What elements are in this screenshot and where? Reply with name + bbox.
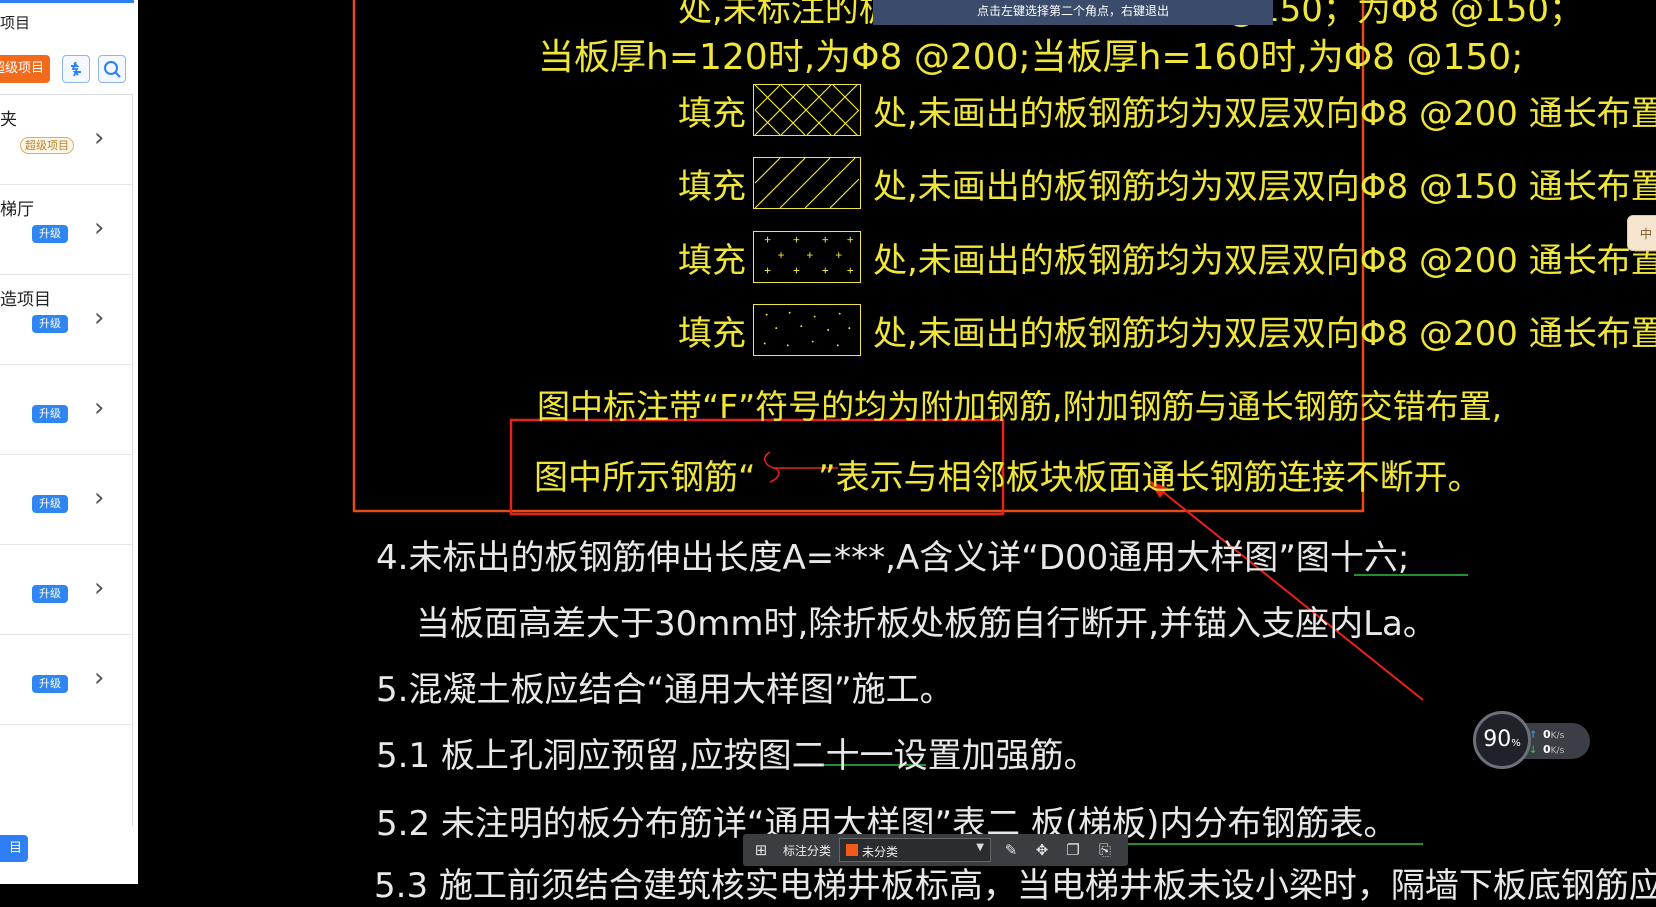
list-item[interactable]: 升级 ›	[0, 365, 132, 455]
super-project-button[interactable]: 超级项目	[0, 55, 50, 83]
category-select-value: 未分类	[862, 845, 899, 859]
panel-title: 项目	[0, 14, 31, 32]
edit-icon[interactable]: ✎	[1001, 840, 1021, 860]
upgrade-badge[interactable]: 升级	[32, 585, 68, 603]
diagonal-hatch-pattern	[753, 157, 861, 209]
list-item[interactable]: 升级 ›	[0, 635, 132, 725]
bottom-button[interactable]: 目	[0, 835, 28, 862]
list-item-title: 造项目	[0, 290, 51, 310]
fill-label: 填充	[678, 94, 746, 134]
category-select[interactable]: 未分类 ▼	[839, 838, 991, 862]
switch-button[interactable]	[62, 55, 90, 83]
search-button[interactable]	[98, 55, 126, 83]
fill-desc: 处,未画出的板钢筋均为双层双向Φ8 @200 通长布置;	[873, 94, 1656, 134]
list-item[interactable]: 升级 ›	[0, 455, 132, 545]
annotation-toolbar: ⊞ 标注分类 未分类 ▼ ✎ ✥ ❐ ⎘	[743, 834, 1128, 866]
copy-icon[interactable]: ❐	[1063, 840, 1083, 860]
search-icon	[104, 61, 121, 78]
item-5-line: 5.混凝土板应结合“通用大样图”施工。	[376, 670, 954, 710]
download-arrow-icon: ↓	[1529, 745, 1538, 756]
item-5-1-line: 5.1 板上孔洞应预留,应按图二十一设置加强筋。	[376, 736, 1098, 776]
switch-icon	[71, 61, 81, 77]
chevron-right-icon: ›	[94, 663, 105, 693]
fill-desc: 处,未画出的板钢筋均为双层双向Φ8 @200 通长布置;	[873, 241, 1656, 281]
chevron-right-icon: ›	[94, 123, 105, 153]
list-item[interactable]: 升级 ›	[0, 545, 132, 635]
chevron-right-icon: ›	[94, 303, 105, 333]
upgrade-badge[interactable]: 升级	[32, 315, 68, 333]
upload-arrow-icon: ↑	[1529, 730, 1538, 741]
side-tab[interactable]: 中	[1627, 215, 1656, 251]
plus-pattern	[753, 231, 861, 283]
move-icon[interactable]: ✥	[1032, 840, 1052, 860]
category-color-swatch	[846, 844, 858, 856]
cpu-usage-gauge: 90%	[1473, 711, 1531, 769]
project-panel: 项目 超级项目 夹 超级项目 › 梯厅 升级 › 造项目 升级 › 升级	[0, 0, 139, 884]
fill-label: 填充	[678, 167, 746, 207]
fill-label: 填充	[678, 241, 746, 281]
network-speed-widget[interactable]: ↑ 0K/s ↓ 0K/s 90%	[1473, 711, 1590, 771]
fill-desc: 处,未画出的板钢筋均为双层双向Φ8 @200 通长布置;	[873, 314, 1656, 354]
note-f-line: 图中标注带“F”符号的均为附加钢筋,附加钢筋与通长钢筋交错布置,	[537, 387, 1503, 426]
list-item-title: 夹	[0, 110, 17, 130]
note-rebar-line-b: ”表示与相邻板块板面通长钢筋连接不断开。	[818, 458, 1482, 498]
download-speed: ↓ 0K/s	[1529, 743, 1565, 756]
grid-icon[interactable]: ⊞	[751, 840, 771, 860]
item-4-line: 4.未标出的板钢筋伸出长度A=***,A含义详“D00通用大样图”图十六;	[376, 538, 1410, 578]
list-item-title: 梯厅	[0, 200, 34, 220]
status-tip: 点击左键选择第二个角点，右键退出	[873, 0, 1273, 25]
fill-label: 填充	[678, 314, 746, 354]
chevron-down-icon: ▼	[976, 842, 984, 853]
red-arrow-line	[1147, 479, 1424, 701]
item-4b-line: 当板面高差大于30mm时,除折板处板筋自行断开,并锚入支座内La。	[416, 604, 1437, 644]
upgrade-badge[interactable]: 升级	[32, 495, 68, 513]
cad-drawing-canvas[interactable]: 处,未标注的板钢筋均为双层双向Φ8 @150；为Φ8 @150； 当板厚h=12…	[138, 0, 1656, 906]
cad-text-line1: 当板厚h=120时,为Φ8 @200;当板厚h=160时,为Φ8 @150;	[538, 37, 1524, 78]
upgrade-badge[interactable]: 升级	[32, 225, 68, 243]
chevron-right-icon: ›	[94, 483, 105, 513]
chevron-right-icon: ›	[94, 573, 105, 603]
active-tab-indicator	[0, 0, 134, 3]
upload-speed: ↑ 0K/s	[1529, 728, 1565, 741]
toolbar-label: 标注分类	[783, 844, 832, 858]
list-item[interactable]: 夹 超级项目 ›	[0, 95, 132, 185]
note-rebar-line-a: 图中所示钢筋“	[534, 458, 756, 498]
chevron-right-icon: ›	[94, 213, 105, 243]
list-item[interactable]: 造项目 升级 ›	[0, 275, 132, 365]
list-item[interactable]: 梯厅 升级 ›	[0, 185, 132, 275]
super-badge: 超级项目	[20, 137, 74, 154]
paste-icon[interactable]: ⎘	[1095, 840, 1115, 860]
red-rebar-symbol	[764, 451, 780, 483]
upgrade-badge[interactable]: 升级	[32, 405, 68, 423]
chevron-right-icon: ›	[94, 393, 105, 423]
fill-desc: 处,未画出的板钢筋均为双层双向Φ8 @150 通长布置;	[873, 167, 1656, 207]
dot-pattern	[753, 304, 861, 356]
upgrade-badge[interactable]: 升级	[32, 675, 68, 693]
crosshatch-pattern	[753, 84, 861, 136]
project-list: 夹 超级项目 › 梯厅 升级 › 造项目 升级 › 升级 › 升级 › 升级 ›…	[0, 94, 133, 826]
